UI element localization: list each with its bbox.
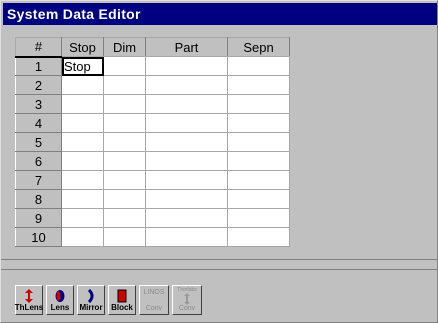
mirror-label: Mirror: [79, 303, 103, 312]
cell-part[interactable]: [145, 113, 228, 133]
window-title: System Data Editor: [3, 3, 437, 25]
row-number-header[interactable]: 5: [15, 132, 62, 152]
cell-sepn[interactable]: [227, 56, 290, 76]
linos-convert-label: Conv: [145, 305, 163, 312]
linos-convert-button[interactable]: LINOS Conv: [139, 285, 169, 315]
column-header-part[interactable]: Part: [145, 37, 228, 57]
thin-lens-button[interactable]: ThLens: [15, 285, 43, 315]
cell-part[interactable]: [145, 170, 228, 190]
cell-part[interactable]: [145, 151, 228, 171]
cell-stop[interactable]: [61, 170, 104, 190]
row-number-header[interactable]: 1: [15, 56, 62, 76]
row-number-header[interactable]: 10: [15, 227, 62, 247]
table-row: 8: [15, 189, 290, 209]
thorlabs-label: Thorlabs: [177, 287, 197, 293]
element-toolbar: ThLens Lens Mirror Block LINOS Conv Thor…: [1, 269, 437, 323]
table-row: 6: [15, 151, 290, 171]
cell-dim[interactable]: [103, 75, 146, 95]
cell-stop[interactable]: [61, 227, 104, 247]
cell-stop[interactable]: [61, 132, 104, 152]
cell-dim[interactable]: [103, 170, 146, 190]
block-label: Block: [111, 303, 133, 312]
thin-lens-label: ThLens: [14, 303, 44, 312]
cell-sepn[interactable]: [227, 94, 290, 114]
table-row: 9: [15, 208, 290, 228]
table-row: 3: [15, 94, 290, 114]
column-header-number[interactable]: #: [15, 37, 62, 58]
column-header-stop[interactable]: Stop: [61, 37, 104, 57]
cell-stop[interactable]: [61, 151, 104, 171]
cell-stop[interactable]: [61, 75, 104, 95]
table-row: 1 Stop: [15, 56, 290, 76]
cell-dim[interactable]: [103, 227, 146, 247]
lens-icon: [55, 290, 65, 302]
cell-stop[interactable]: [61, 94, 104, 114]
system-data-editor-window: System Data Editor # Stop Dim Part Sepn …: [0, 0, 438, 323]
lens-label: Lens: [50, 303, 70, 312]
thorlabs-convert-button[interactable]: Thorlabs Conv: [172, 285, 202, 315]
cell-sepn[interactable]: [227, 170, 290, 190]
cell-part[interactable]: [145, 56, 228, 76]
row-number-header[interactable]: 9: [15, 208, 62, 228]
table-row: 2: [15, 75, 290, 95]
cell-sepn[interactable]: [227, 189, 290, 209]
row-number-header[interactable]: 2: [15, 75, 62, 95]
block-icon: [117, 289, 127, 303]
thorlabs-convert-icon: [184, 293, 190, 305]
mirror-button[interactable]: Mirror: [77, 285, 105, 315]
divider: [1, 259, 437, 260]
table-row: 10: [15, 227, 290, 247]
cell-stop[interactable]: [61, 113, 104, 133]
cell-part[interactable]: [145, 227, 228, 247]
cell-stop[interactable]: [61, 208, 104, 228]
cell-sepn[interactable]: [227, 75, 290, 95]
cell-part[interactable]: [145, 132, 228, 152]
thorlabs-convert-label: Conv: [178, 305, 196, 312]
linos-label: LINOS: [143, 289, 165, 296]
thin-lens-icon: [25, 289, 33, 303]
row-number-header[interactable]: 7: [15, 170, 62, 190]
block-button[interactable]: Block: [108, 285, 136, 315]
system-data-grid[interactable]: # Stop Dim Part Sepn 1 Stop 2 3 4 5 6 7 8 9 10: [15, 37, 437, 261]
cell-stop[interactable]: [61, 189, 104, 209]
cell-sepn[interactable]: [227, 132, 290, 152]
mirror-icon: [87, 289, 94, 303]
cell-part[interactable]: [145, 208, 228, 228]
table-row: 5: [15, 132, 290, 152]
cell-stop[interactable]: Stop: [61, 56, 104, 76]
cell-dim[interactable]: [103, 132, 146, 152]
cell-dim[interactable]: [103, 94, 146, 114]
row-number-header[interactable]: 6: [15, 151, 62, 171]
cell-sepn[interactable]: [227, 227, 290, 247]
lens-button[interactable]: Lens: [46, 285, 74, 315]
cell-sepn[interactable]: [227, 113, 290, 133]
cell-dim[interactable]: [103, 151, 146, 171]
cell-sepn[interactable]: [227, 208, 290, 228]
cell-part[interactable]: [145, 94, 228, 114]
cell-part[interactable]: [145, 75, 228, 95]
row-number-header[interactable]: 4: [15, 113, 62, 133]
row-number-header[interactable]: 3: [15, 94, 62, 114]
cell-dim[interactable]: [103, 56, 146, 76]
cell-dim[interactable]: [103, 189, 146, 209]
table-row: 7: [15, 170, 290, 190]
column-header-dim[interactable]: Dim: [103, 37, 146, 57]
column-header-sepn[interactable]: Sepn: [227, 37, 290, 57]
grid-table: # Stop Dim Part Sepn 1 Stop 2 3 4 5 6 7 8 9 10: [15, 37, 290, 247]
cell-dim[interactable]: [103, 113, 146, 133]
cell-part[interactable]: [145, 189, 228, 209]
table-row: 4: [15, 113, 290, 133]
row-number-header[interactable]: 8: [15, 189, 62, 209]
cell-dim[interactable]: [103, 208, 146, 228]
cell-sepn[interactable]: [227, 151, 290, 171]
